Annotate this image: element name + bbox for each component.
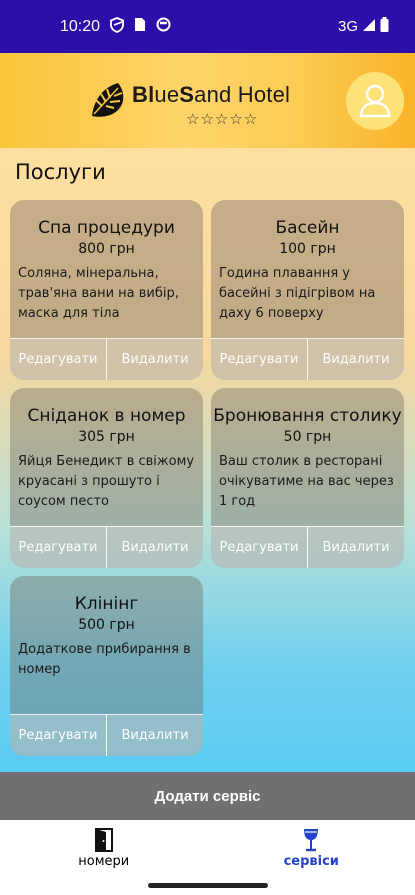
delete-button[interactable]: Видалити: [107, 715, 203, 756]
edit-button[interactable]: Редагувати: [10, 715, 106, 756]
card-actions: Редагувати Видалити: [211, 526, 404, 568]
shield-icon: [110, 16, 124, 37]
delete-button[interactable]: Видалити: [107, 527, 203, 568]
nav-item-rooms[interactable]: номери: [0, 820, 208, 875]
gesture-navigation-bar: [0, 875, 415, 895]
edit-button[interactable]: Редагувати: [10, 527, 106, 568]
service-title: Клінінг: [74, 594, 139, 614]
delete-button[interactable]: Видалити: [308, 527, 404, 568]
status-time: 10:20: [60, 17, 101, 35]
service-card: Клінінг 500 грн Додаткове прибирання в н…: [10, 576, 203, 756]
service-description: Соляна, мінеральна, трав'яна вани на виб…: [18, 266, 179, 321]
home-gesture-handle[interactable]: [148, 883, 268, 888]
card-actions: Редагувати Видалити: [211, 338, 404, 380]
card-actions: Редагувати Видалити: [10, 338, 203, 380]
monstera-leaf-logo-icon: [88, 80, 128, 120]
service-price: 100 грн: [279, 241, 336, 257]
service-price: 305 грн: [78, 429, 135, 445]
service-price: 50 грн: [283, 429, 332, 445]
status-bar: 10:20 3G: [0, 0, 415, 53]
edit-button[interactable]: Редагувати: [211, 339, 307, 380]
signal-icon: [362, 18, 376, 36]
user-icon: [359, 84, 391, 118]
door-icon: [94, 828, 113, 852]
delete-button[interactable]: Видалити: [308, 339, 404, 380]
edit-button[interactable]: Редагувати: [10, 339, 106, 380]
status-right: 3G: [338, 17, 389, 36]
sim-card-icon: [134, 17, 146, 36]
card-actions: Редагувати Видалити: [10, 526, 203, 568]
circle-status-icon: [156, 17, 171, 36]
service-description: Додаткове прибирання в номер: [18, 642, 191, 677]
nav-label-rooms: номери: [78, 854, 130, 869]
service-title: Спа процедури: [38, 218, 175, 238]
service-card: Сніданок в номер 305 грн Яйця Бенедикт в…: [10, 388, 203, 568]
battery-icon: [380, 17, 389, 36]
add-service-button[interactable]: Додати сервіс: [0, 772, 415, 820]
profile-avatar-button[interactable]: [346, 72, 404, 130]
service-card: Бронювання столику 50 грн Ваш столик в р…: [211, 388, 404, 568]
edit-button[interactable]: Редагувати: [211, 527, 307, 568]
service-title: Бронювання столику: [213, 406, 402, 426]
nav-label-services: сервіси: [283, 854, 339, 869]
service-title: Басейн: [275, 218, 340, 238]
service-title: Сніданок в номер: [27, 406, 186, 426]
service-description: Година плавання у басейні з підігрівом н…: [219, 266, 376, 321]
network-type: 3G: [337, 18, 358, 35]
page-title: Послуги: [15, 160, 106, 184]
service-description: Ваш столик в ресторані очікуватиме на ва…: [219, 454, 394, 509]
delete-button[interactable]: Видалити: [107, 339, 203, 380]
hotel-star-rating: ☆☆☆☆☆: [186, 110, 259, 128]
wine-glass-icon: [304, 829, 319, 852]
service-price: 800 грн: [78, 241, 135, 257]
bottom-navigation: номери сервіси: [0, 820, 415, 875]
service-price: 500 грн: [78, 617, 135, 633]
hotel-brand-name: BlueSand Hotel: [132, 82, 291, 107]
nav-item-services[interactable]: сервіси: [208, 820, 415, 875]
service-card: Басейн 100 грн Година плавання у басейні…: [211, 200, 404, 380]
card-actions: Редагувати Видалити: [10, 714, 203, 756]
service-description: Яйця Бенедикт в свіжому круасані з прошу…: [18, 454, 195, 509]
service-card: Спа процедури 800 грн Соляна, мінеральна…: [10, 200, 203, 380]
